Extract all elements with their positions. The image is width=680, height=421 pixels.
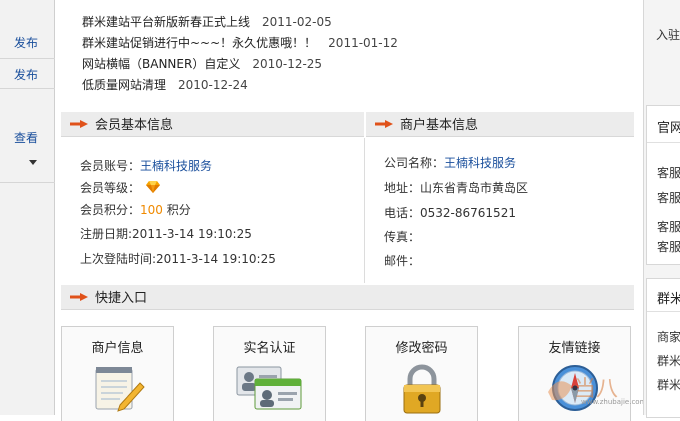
- quick-entry-header: 快捷入口: [61, 285, 634, 310]
- sidebar-divider: [0, 88, 55, 89]
- diamond-icon: [145, 181, 160, 193]
- card-label: 修改密码: [395, 341, 448, 356]
- label: 地址：: [384, 181, 421, 195]
- divider: [647, 142, 680, 143]
- points-value: 100: [140, 203, 163, 217]
- section-title: 快捷入口: [95, 291, 148, 306]
- right-box-item[interactable]: 商家: [657, 328, 680, 345]
- label: 公司名称：: [384, 156, 445, 170]
- member-info-header: 会员基本信息: [61, 112, 364, 137]
- notepad-pen-icon: [95, 367, 145, 412]
- card-label: 友情链接: [548, 341, 601, 356]
- company-link[interactable]: 王楠科技服务: [444, 156, 516, 170]
- right-box-title: 群米: [657, 292, 680, 307]
- phone-value: 0532-86761521: [420, 206, 516, 220]
- label: 注册日期:: [80, 227, 133, 241]
- label: 会员账号：: [80, 159, 141, 173]
- right-box-item[interactable]: 客服: [657, 164, 680, 181]
- address-value: 山东省青岛市黄岛区: [420, 181, 529, 195]
- arrow-right-icon: [70, 120, 88, 128]
- news-title[interactable]: 群米建站促销进行中~~~！永久优惠哦！！: [82, 36, 316, 50]
- left-sidebar: 发布 发布 查看: [0, 0, 55, 415]
- news-date: 2011-01-12: [328, 36, 398, 50]
- news-item[interactable]: 群米建站促销进行中~~~！永久优惠哦！！ 2011-01-12: [82, 33, 622, 54]
- merchant-phone-row: 电话：0532-86761521: [384, 201, 528, 225]
- last-login-value: 2011-3-14 19:10:25: [156, 252, 276, 266]
- news-item[interactable]: 低质量网站清理 2010-12-24: [82, 75, 622, 96]
- member-account-link[interactable]: 王楠科技服务: [140, 159, 212, 173]
- merchant-address-row: 地址：山东省青岛市黄岛区: [384, 175, 528, 201]
- merchant-info-card[interactable]: 商户信息: [61, 326, 174, 421]
- news-title[interactable]: 群米建站平台新版新春正式上线: [82, 15, 250, 29]
- merchant-fax-row: 传真：: [384, 225, 528, 249]
- reg-date-value: 2011-3-14 19:10:25: [132, 227, 252, 241]
- label: 上次登陆时间:: [80, 252, 157, 266]
- label: 传真：: [384, 230, 421, 244]
- label: 电话：: [384, 206, 421, 220]
- right-box-item[interactable]: 群米: [657, 352, 680, 369]
- sidebar-link-publish-2[interactable]: 发布: [14, 66, 38, 83]
- merchant-info-header: 商户基本信息: [366, 112, 634, 137]
- column-divider: [364, 138, 365, 283]
- sidebar-link-publish-1[interactable]: 发布: [14, 34, 38, 51]
- id-cards-icon: [236, 366, 301, 410]
- member-info: 会员账号：王楠科技服务 会员等级： 会员积分：100 积分 注册日期:2011-…: [80, 155, 276, 270]
- label: 会员积分：: [80, 203, 141, 217]
- watermark-logo: 当八: [548, 377, 618, 402]
- merchant-email-row: 邮件：: [384, 249, 528, 273]
- arrow-right-icon: [375, 120, 393, 128]
- label: 会员等级：: [80, 181, 141, 195]
- right-box-item[interactable]: 客服: [657, 189, 680, 206]
- right-box-item[interactable]: 群米: [657, 376, 680, 393]
- arrow-right-icon: [70, 293, 88, 301]
- sidebar-link-view[interactable]: 查看: [14, 129, 38, 146]
- news-title[interactable]: 低质量网站清理: [82, 78, 166, 92]
- change-password-card[interactable]: 修改密码: [365, 326, 478, 421]
- right-box-official: 官网 客服 客服 客服 客服: [646, 105, 680, 265]
- member-account-row: 会员账号：王楠科技服务: [80, 155, 276, 177]
- sidebar-divider: [0, 182, 55, 183]
- member-points-row: 会员积分：100 积分: [80, 199, 276, 221]
- real-name-auth-card[interactable]: 实名认证: [213, 326, 326, 421]
- news-date: 2011-02-05: [262, 15, 332, 29]
- member-level-row: 会员等级：: [80, 177, 276, 199]
- label: 邮件：: [384, 254, 421, 268]
- news-title[interactable]: 网站横幅（BANNER）自定义: [82, 57, 240, 71]
- section-title: 会员基本信息: [95, 118, 174, 133]
- news-item[interactable]: 群米建站平台新版新春正式上线 2011-02-05: [82, 12, 622, 33]
- merchant-company-row: 公司名称：王楠科技服务: [384, 151, 528, 175]
- sidebar-divider: [0, 58, 55, 59]
- member-last-login-row: 上次登陆时间:2011-3-14 19:10:25: [80, 248, 276, 270]
- news-list: 群米建站平台新版新春正式上线 2011-02-05 群米建站促销进行中~~~！永久…: [82, 12, 622, 96]
- right-box-item[interactable]: 客服: [657, 218, 680, 235]
- right-box-title: 官网: [657, 121, 680, 136]
- news-item[interactable]: 网站横幅（BANNER）自定义 2010-12-25: [82, 54, 622, 75]
- card-label: 实名认证: [243, 341, 296, 356]
- member-reg-row: 注册日期:2011-3-14 19:10:25: [80, 223, 276, 245]
- news-date: 2010-12-24: [178, 78, 248, 92]
- news-date: 2010-12-25: [252, 57, 323, 71]
- card-label: 商户信息: [91, 341, 144, 356]
- merchant-info: 公司名称：王楠科技服务 地址：山东省青岛市黄岛区 电话：0532-8676152…: [384, 151, 528, 273]
- right-top-text[interactable]: 入驻: [656, 26, 680, 43]
- points-unit: 积分: [162, 203, 191, 217]
- section-title: 商户基本信息: [400, 118, 479, 133]
- right-box-item[interactable]: 客服: [657, 238, 680, 255]
- right-box-qunmi: 群米 商家 群米 群米: [646, 278, 680, 418]
- divider: [647, 311, 680, 312]
- padlock-icon: [403, 364, 440, 414]
- caret-down-icon[interactable]: [29, 160, 37, 165]
- watermark-site-text: www.zhubajie.com: [581, 398, 647, 406]
